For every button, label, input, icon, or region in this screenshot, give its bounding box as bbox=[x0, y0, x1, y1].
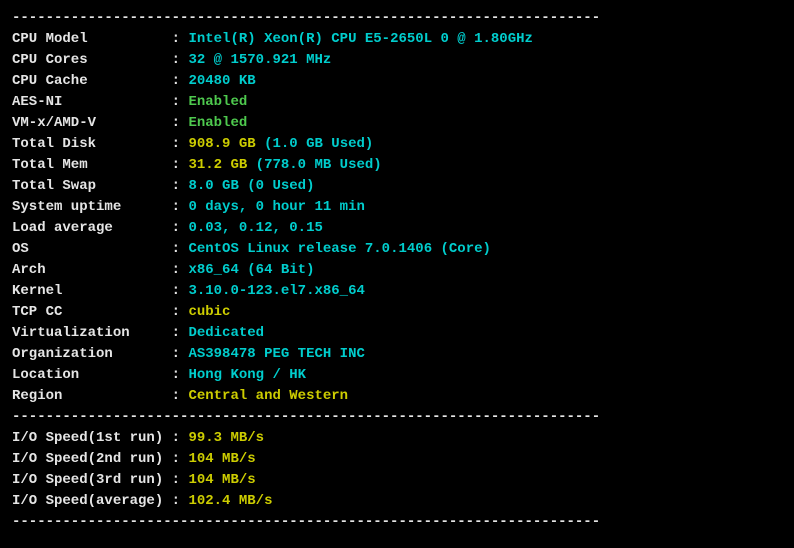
sysinfo-row: System uptime : 0 days, 0 hour 11 min bbox=[12, 197, 782, 218]
sysinfo-value: Enabled bbox=[188, 94, 247, 110]
sysinfo-value: CentOS Linux release 7.0.1406 (Core) bbox=[188, 241, 490, 257]
system-info-block: CPU Model : Intel(R) Xeon(R) CPU E5-2650… bbox=[12, 29, 782, 407]
sysinfo-value: Dedicated bbox=[188, 325, 264, 341]
sysinfo-label: AES-NI bbox=[12, 94, 172, 110]
sysinfo-label: Location bbox=[12, 367, 172, 383]
sysinfo-value: Intel(R) Xeon(R) CPU E5-2650L 0 @ 1.80GH… bbox=[188, 31, 532, 47]
sysinfo-label: OS bbox=[12, 241, 172, 257]
divider-top: ----------------------------------------… bbox=[12, 8, 782, 29]
colon: : bbox=[172, 178, 189, 194]
colon: : bbox=[172, 493, 189, 509]
colon: : bbox=[172, 73, 189, 89]
sysinfo-value: x86_64 (64 Bit) bbox=[188, 262, 314, 278]
iospeed-row: I/O Speed(1st run) : 99.3 MB/s bbox=[12, 428, 782, 449]
colon: : bbox=[172, 220, 189, 236]
sysinfo-value2: (0 Used) bbox=[247, 178, 314, 194]
sysinfo-row: CPU Cores : 32 @ 1570.921 MHz bbox=[12, 50, 782, 71]
iospeed-row: I/O Speed(2nd run) : 104 MB/s bbox=[12, 449, 782, 470]
colon: : bbox=[172, 115, 189, 131]
colon: : bbox=[172, 199, 189, 215]
sysinfo-label: Virtualization bbox=[12, 325, 172, 341]
sysinfo-row: Kernel : 3.10.0-123.el7.x86_64 bbox=[12, 281, 782, 302]
sysinfo-value: 20480 KB bbox=[188, 73, 255, 89]
sysinfo-label: CPU Cache bbox=[12, 73, 172, 89]
sysinfo-label: Region bbox=[12, 388, 172, 404]
sysinfo-row: Total Disk : 908.9 GB (1.0 GB Used) bbox=[12, 134, 782, 155]
sysinfo-value: 32 @ 1570.921 MHz bbox=[188, 52, 331, 68]
sysinfo-value: 3.10.0-123.el7.x86_64 bbox=[188, 283, 364, 299]
iospeed-label: I/O Speed(1st run) bbox=[12, 430, 172, 446]
sysinfo-value: Hong Kong / HK bbox=[188, 367, 306, 383]
colon: : bbox=[172, 367, 189, 383]
colon: : bbox=[172, 388, 189, 404]
colon: : bbox=[172, 325, 189, 341]
colon: : bbox=[172, 94, 189, 110]
divider-mid: ----------------------------------------… bbox=[12, 407, 782, 428]
colon: : bbox=[172, 31, 189, 47]
sysinfo-value: AS398478 PEG TECH INC bbox=[188, 346, 364, 362]
sysinfo-row: Arch : x86_64 (64 Bit) bbox=[12, 260, 782, 281]
sysinfo-label: Total Swap bbox=[12, 178, 172, 194]
sysinfo-value2: (778.0 MB Used) bbox=[256, 157, 382, 173]
colon: : bbox=[172, 52, 189, 68]
iospeed-row: I/O Speed(3rd run) : 104 MB/s bbox=[12, 470, 782, 491]
sysinfo-label: VM-x/AMD-V bbox=[12, 115, 172, 131]
sysinfo-value: 908.9 GB bbox=[188, 136, 264, 152]
sysinfo-row: Total Mem : 31.2 GB (778.0 MB Used) bbox=[12, 155, 782, 176]
colon: : bbox=[172, 451, 189, 467]
sysinfo-label: Arch bbox=[12, 262, 172, 278]
sysinfo-label: Organization bbox=[12, 346, 172, 362]
colon: : bbox=[172, 430, 189, 446]
colon: : bbox=[172, 283, 189, 299]
colon: : bbox=[172, 262, 189, 278]
sysinfo-row: Location : Hong Kong / HK bbox=[12, 365, 782, 386]
colon: : bbox=[172, 304, 189, 320]
colon: : bbox=[172, 346, 189, 362]
sysinfo-value2: (1.0 GB Used) bbox=[264, 136, 373, 152]
iospeed-value: 102.4 MB/s bbox=[188, 493, 272, 509]
sysinfo-row: AES-NI : Enabled bbox=[12, 92, 782, 113]
sysinfo-label: Total Mem bbox=[12, 157, 172, 173]
iospeed-value: 104 MB/s bbox=[188, 472, 255, 488]
colon: : bbox=[172, 241, 189, 257]
iospeed-row: I/O Speed(average) : 102.4 MB/s bbox=[12, 491, 782, 512]
io-speed-block: I/O Speed(1st run) : 99.3 MB/sI/O Speed(… bbox=[12, 428, 782, 512]
sysinfo-label: System uptime bbox=[12, 199, 172, 215]
colon: : bbox=[172, 472, 189, 488]
sysinfo-row: OS : CentOS Linux release 7.0.1406 (Core… bbox=[12, 239, 782, 260]
colon: : bbox=[172, 136, 189, 152]
sysinfo-label: TCP CC bbox=[12, 304, 172, 320]
sysinfo-row: TCP CC : cubic bbox=[12, 302, 782, 323]
sysinfo-value: 8.0 GB bbox=[188, 178, 247, 194]
sysinfo-value: cubic bbox=[188, 304, 230, 320]
iospeed-value: 99.3 MB/s bbox=[188, 430, 264, 446]
sysinfo-value: Central and Western bbox=[188, 388, 348, 404]
colon: : bbox=[172, 157, 189, 173]
sysinfo-value: Enabled bbox=[188, 115, 247, 131]
iospeed-label: I/O Speed(2nd run) bbox=[12, 451, 172, 467]
sysinfo-value: 0.03, 0.12, 0.15 bbox=[188, 220, 322, 236]
sysinfo-label: CPU Model bbox=[12, 31, 172, 47]
sysinfo-label: Load average bbox=[12, 220, 172, 236]
sysinfo-row: CPU Model : Intel(R) Xeon(R) CPU E5-2650… bbox=[12, 29, 782, 50]
sysinfo-row: VM-x/AMD-V : Enabled bbox=[12, 113, 782, 134]
sysinfo-label: Total Disk bbox=[12, 136, 172, 152]
sysinfo-value: 31.2 GB bbox=[188, 157, 255, 173]
iospeed-value: 104 MB/s bbox=[188, 451, 255, 467]
sysinfo-row: Region : Central and Western bbox=[12, 386, 782, 407]
sysinfo-value: 0 days, 0 hour 11 min bbox=[188, 199, 364, 215]
sysinfo-label: CPU Cores bbox=[12, 52, 172, 68]
sysinfo-row: Total Swap : 8.0 GB (0 Used) bbox=[12, 176, 782, 197]
sysinfo-row: CPU Cache : 20480 KB bbox=[12, 71, 782, 92]
sysinfo-label: Kernel bbox=[12, 283, 172, 299]
divider-bottom: ----------------------------------------… bbox=[12, 512, 782, 533]
sysinfo-row: Organization : AS398478 PEG TECH INC bbox=[12, 344, 782, 365]
sysinfo-row: Load average : 0.03, 0.12, 0.15 bbox=[12, 218, 782, 239]
sysinfo-row: Virtualization : Dedicated bbox=[12, 323, 782, 344]
iospeed-label: I/O Speed(3rd run) bbox=[12, 472, 172, 488]
iospeed-label: I/O Speed(average) bbox=[12, 493, 172, 509]
